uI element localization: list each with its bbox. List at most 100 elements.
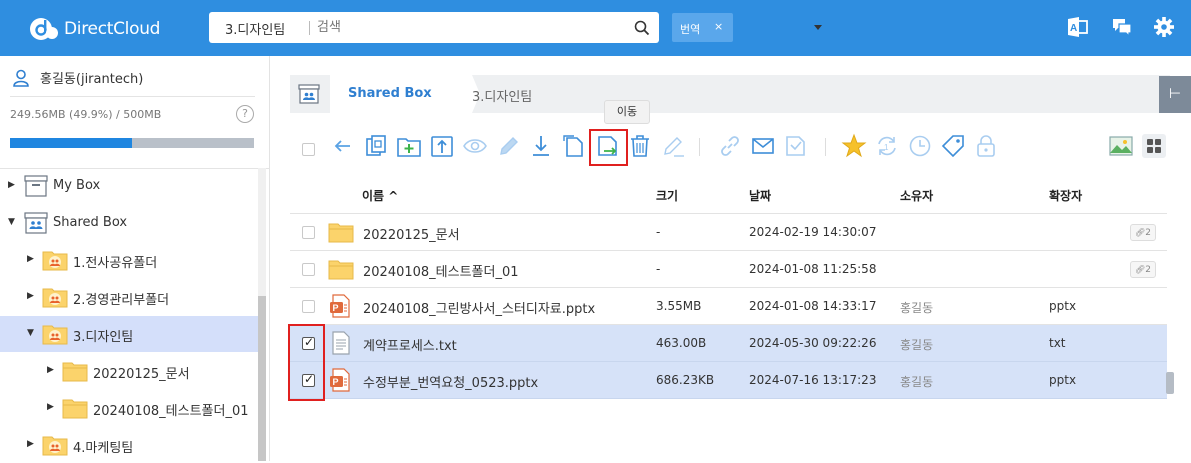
file-name[interactable]: 20240108_테스트폴더_01: [363, 261, 519, 280]
search-input[interactable]: [317, 17, 597, 38]
file-date: 2024-01-08 11:25:58: [749, 262, 877, 276]
row-checkbox[interactable]: [302, 226, 315, 239]
filter-chip-translate[interactable]: 번역 ×: [672, 13, 733, 42]
row-checkbox[interactable]: [302, 300, 315, 313]
file-date: 2024-05-30 09:22:26: [749, 336, 877, 350]
search-icon[interactable]: [633, 19, 651, 37]
upload-button[interactable]: [429, 133, 455, 159]
grid-view-button[interactable]: [1141, 133, 1167, 159]
expand-arrow-icon[interactable]: ▶: [27, 291, 34, 301]
tag-button[interactable]: [940, 133, 966, 159]
tree-item[interactable]: ▶ 1.전사공유폴더: [0, 242, 258, 278]
breadcrumb-root[interactable]: Shared Box: [330, 75, 480, 113]
txt-file-icon: [328, 331, 354, 358]
lock-button[interactable]: [973, 133, 999, 159]
expand-arrow-icon[interactable]: ▶: [27, 439, 34, 449]
pen-icon: [664, 137, 684, 157]
copy-icon: [366, 135, 386, 156]
rename-button[interactable]: [495, 133, 521, 159]
column-ext[interactable]: 확장자: [1049, 187, 1082, 204]
side-panel-handle[interactable]: [1166, 372, 1174, 394]
new-folder-button[interactable]: [396, 133, 422, 159]
shared-folder-icon: [42, 322, 68, 350]
chip-close-icon[interactable]: ×: [714, 20, 723, 33]
tree-item[interactable]: ▶ 20220125_문서: [0, 353, 258, 389]
new-folder-icon: [397, 138, 421, 157]
duplicate-button[interactable]: [561, 133, 587, 159]
scrollbar-thumb[interactable]: [258, 296, 266, 461]
user-info[interactable]: 홍길동(jirantech): [12, 68, 143, 87]
expand-arrow-icon[interactable]: ▶: [8, 180, 15, 190]
sidebar-scrollbar[interactable]: [258, 168, 266, 461]
chevron-down-icon[interactable]: [811, 12, 825, 43]
expand-arrow-icon[interactable]: ▶: [47, 365, 54, 375]
pptx-file-icon: P: [328, 294, 354, 321]
column-size[interactable]: 크기: [656, 187, 678, 204]
collapse-arrow-icon[interactable]: ▼: [8, 217, 15, 227]
favorite-button[interactable]: [841, 133, 867, 159]
share-link-badge[interactable]: 🔗︎2: [1130, 224, 1156, 241]
tree-item-label: 1.전사공유폴더: [73, 256, 158, 271]
star-icon: [841, 133, 867, 158]
tree-item[interactable]: ▶ My Box: [0, 168, 258, 204]
sort-asc-icon[interactable]: ^: [388, 189, 398, 203]
eye-icon: [463, 139, 487, 153]
expand-arrow-icon[interactable]: ▶: [27, 254, 34, 264]
version-button[interactable]: 1: [874, 133, 900, 159]
file-name[interactable]: 20220125_문서: [363, 224, 460, 243]
collapse-arrow-icon[interactable]: ▼: [27, 328, 34, 338]
file-name[interactable]: 수정부분_번역요청_0523.pptx: [363, 372, 538, 391]
row-checkbox[interactable]: [302, 263, 315, 276]
table-row[interactable]: P 20240108_그린방사서_스터디자료.pptx 3.55MB 2024-01-…: [290, 288, 1167, 325]
email-button[interactable]: [750, 133, 776, 159]
pptx-file-icon: P: [328, 368, 354, 395]
history-button[interactable]: [907, 133, 933, 159]
folder-icon: [62, 359, 88, 387]
search-scope[interactable]: 3.디자인팀: [225, 19, 285, 38]
breadcrumb-current-label: 3.디자인팀: [472, 90, 533, 105]
select-all-checkbox[interactable]: [302, 143, 315, 156]
brand-logo[interactable]: DirectCloud: [28, 16, 160, 42]
help-icon[interactable]: ?: [236, 105, 254, 123]
box-icon: [23, 174, 49, 202]
table-row[interactable]: 20220125_문서 - 2024-02-19 14:30:07 🔗︎2: [290, 214, 1167, 251]
delete-button[interactable]: [627, 133, 653, 159]
breadcrumb-root-label: Shared Box: [348, 86, 432, 101]
gear-icon[interactable]: [1153, 16, 1175, 38]
svg-text:P: P: [333, 303, 339, 313]
collapse-panel-button[interactable]: ⊢: [1159, 76, 1191, 113]
move-button-highlight: [589, 129, 628, 166]
request-file-button[interactable]: [783, 133, 809, 159]
tree-item[interactable]: ▶ 2.경영관리부폴더: [0, 279, 258, 315]
search-box[interactable]: 3.디자인팀: [209, 12, 822, 43]
tree-item[interactable]: ▶ 4.마케팅팀: [0, 427, 258, 463]
translate-app-icon[interactable]: A: [1066, 16, 1088, 38]
copy-to-button[interactable]: [363, 133, 389, 159]
column-owner[interactable]: 소유자: [900, 187, 933, 204]
file-name[interactable]: 계약프로세스.txt: [363, 335, 457, 354]
table-row[interactable]: 20240108_테스트폴더_01 - 2024-01-08 11:25:58 🔗︎2: [290, 251, 1167, 288]
chat-icon[interactable]: [1111, 16, 1133, 38]
arrow-left-icon: [334, 140, 350, 152]
edit-disabled-button[interactable]: [660, 133, 686, 159]
preview-button[interactable]: [462, 133, 488, 159]
shared-box-icon: [23, 211, 49, 239]
thumbnail-view-button[interactable]: [1108, 133, 1134, 159]
download-button[interactable]: [528, 133, 554, 159]
tree-item[interactable]: ▶ 20240108_테스트폴더_01: [0, 390, 258, 426]
tree-item[interactable]: ▼ Shared Box: [0, 205, 258, 241]
link-icon: 🔗︎: [1135, 228, 1146, 237]
link-icon: [721, 136, 739, 156]
shared-box-icon[interactable]: [298, 84, 320, 104]
expand-arrow-icon[interactable]: ▶: [47, 402, 54, 412]
tree-item[interactable]: ▼ 3.디자인팀: [0, 316, 258, 352]
table-row[interactable]: P 수정부분_번역요청_0523.pptx 686.23KB 2024-07-16 1…: [290, 362, 1167, 399]
table-row[interactable]: 계약프로세스.txt 463.00B 2024-05-30 09:22:26 홍길동 t…: [290, 325, 1167, 362]
file-name[interactable]: 20240108_그린방사서_스터디자료.pptx: [363, 298, 595, 317]
back-button[interactable]: [330, 133, 356, 159]
share-link-badge[interactable]: 🔗︎2: [1130, 261, 1156, 278]
checkbox-highlight: [288, 324, 325, 401]
column-name[interactable]: 이름 ^: [362, 187, 398, 204]
link-button[interactable]: [717, 133, 743, 159]
column-date[interactable]: 날짜: [749, 187, 771, 204]
